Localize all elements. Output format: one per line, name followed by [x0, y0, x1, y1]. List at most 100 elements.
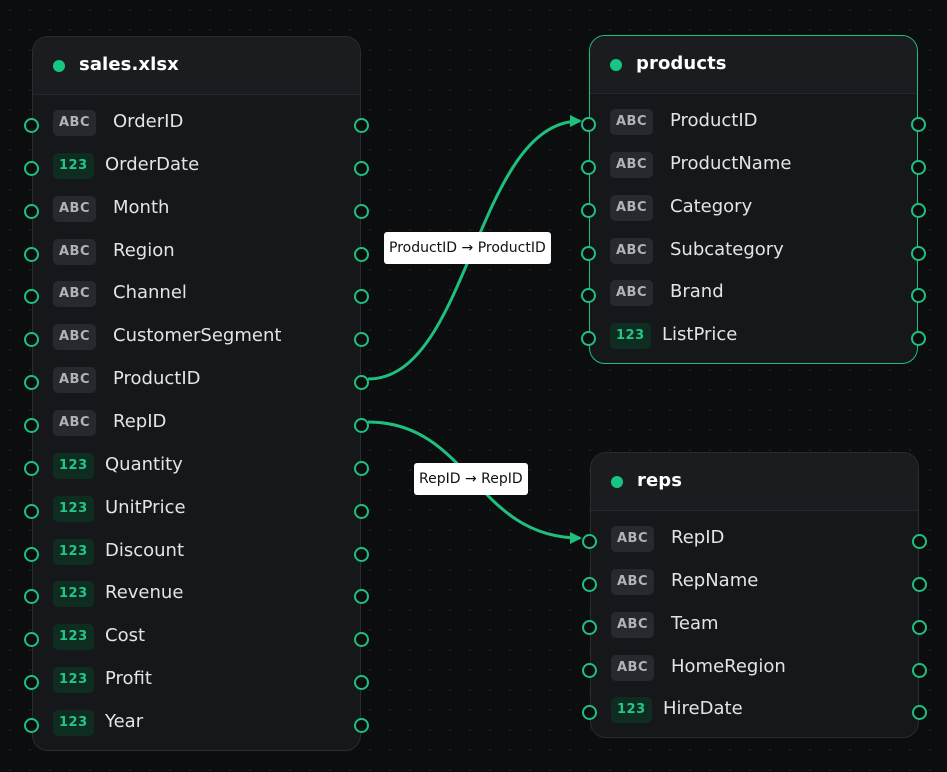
output-port-icon[interactable]	[911, 117, 926, 132]
output-port-icon[interactable]	[354, 118, 369, 133]
field-name: ProductID	[113, 368, 201, 390]
output-port-icon[interactable]	[354, 503, 369, 519]
output-port-icon[interactable]	[354, 246, 369, 262]
field-row[interactable]: ABC RepID	[24, 410, 369, 440]
input-port-icon[interactable]	[24, 675, 39, 691]
output-port-icon[interactable]	[354, 203, 369, 219]
table-header[interactable]: sales.xlsx	[33, 37, 360, 95]
field-row[interactable]: ABC ProductID	[581, 109, 926, 139]
field-row[interactable]: 123 UnitPrice	[24, 495, 369, 526]
input-port-icon[interactable]	[24, 589, 39, 605]
field-type-badge: ABC	[53, 110, 97, 136]
edge-label-repid[interactable]: RepID → RepID	[414, 463, 528, 495]
input-port-icon[interactable]	[581, 159, 596, 175]
output-port-icon[interactable]	[354, 546, 369, 562]
field-type-badge: ABC	[53, 410, 97, 437]
field-name: RepID	[671, 527, 725, 548]
output-port-icon[interactable]	[912, 576, 927, 592]
field-type-badge: ABC	[53, 195, 97, 222]
field-row[interactable]: ABC Channel	[24, 281, 369, 311]
input-port-icon[interactable]	[581, 288, 596, 304]
table-title: products	[636, 53, 727, 74]
field-type-badge: ABC	[53, 281, 97, 308]
input-port-icon[interactable]	[582, 705, 597, 721]
field-row[interactable]: ABC Team	[582, 611, 927, 642]
field-type-badge: 123	[610, 323, 651, 350]
output-port-icon[interactable]	[354, 418, 369, 434]
table-node-products[interactable]: products ABC ProductID ABC ProductName ABC Ca…	[581, 35, 926, 364]
field-name: ProductName	[670, 152, 792, 174]
output-port-icon[interactable]	[912, 619, 927, 635]
input-port-icon[interactable]	[24, 246, 39, 262]
field-row[interactable]: ABC RepName	[582, 568, 927, 599]
field-name: Cost	[105, 625, 146, 647]
edge-label-productid[interactable]: ProductID → ProductID	[384, 232, 551, 264]
field-row[interactable]: ABC ProductID	[24, 367, 369, 397]
output-port-icon[interactable]	[911, 159, 926, 175]
field-type-badge: ABC	[53, 238, 97, 265]
input-port-icon[interactable]	[24, 332, 39, 348]
input-port-icon[interactable]	[582, 576, 597, 592]
field-row[interactable]: 123 OrderDate	[24, 152, 369, 183]
input-port-icon[interactable]	[581, 202, 596, 218]
field-row[interactable]: 123 Revenue	[24, 581, 369, 611]
output-port-icon[interactable]	[911, 202, 926, 218]
table-title: sales.xlsx	[79, 54, 179, 75]
field-type-badge: ABC	[610, 151, 654, 178]
input-port-icon[interactable]	[24, 203, 39, 219]
input-port-icon[interactable]	[24, 632, 39, 648]
field-row[interactable]: ABC Brand	[581, 280, 926, 310]
table-header[interactable]: products	[590, 36, 917, 94]
output-port-icon[interactable]	[354, 460, 369, 476]
field-row[interactable]: 123 HireDate	[582, 697, 927, 727]
field-row[interactable]: 123 Cost	[24, 624, 369, 654]
field-name: Year	[105, 711, 144, 733]
input-port-icon[interactable]	[24, 289, 39, 305]
input-port-icon[interactable]	[582, 619, 597, 635]
input-port-icon[interactable]	[582, 662, 597, 678]
table-node-reps[interactable]: reps ABC RepID ABC RepName ABC Team ABC HomeReg…	[582, 452, 927, 738]
input-port-icon[interactable]	[24, 546, 39, 562]
field-row[interactable]: 123 Quantity	[24, 452, 369, 483]
field-row[interactable]: ABC CustomerSegment	[24, 324, 369, 354]
output-port-icon[interactable]	[354, 718, 369, 734]
input-port-icon[interactable]	[581, 245, 596, 261]
input-port-icon[interactable]	[24, 418, 39, 434]
field-row[interactable]: ABC RepID	[582, 526, 927, 556]
output-port-icon[interactable]	[354, 160, 369, 176]
input-port-icon[interactable]	[581, 117, 596, 132]
input-port-icon[interactable]	[582, 534, 597, 549]
field-row[interactable]: 123 Year	[24, 710, 369, 740]
input-port-icon[interactable]	[24, 375, 39, 391]
field-row[interactable]: ABC Month	[24, 195, 369, 226]
field-row[interactable]: 123 ListPrice	[581, 323, 926, 353]
field-row[interactable]: ABC Subcategory	[581, 237, 926, 268]
input-port-icon[interactable]	[24, 118, 39, 133]
field-row[interactable]: ABC OrderID	[24, 110, 369, 140]
input-port-icon[interactable]	[24, 160, 39, 176]
field-row[interactable]: ABC HomeRegion	[582, 654, 927, 685]
table-node-sales[interactable]: sales.xlsx ABC OrderID 123 OrderDate ABC Mont…	[24, 36, 369, 751]
field-type-badge: 123	[53, 581, 94, 608]
output-port-icon[interactable]	[911, 245, 926, 261]
table-header[interactable]: reps	[591, 453, 918, 511]
field-type-badge: 123	[53, 538, 94, 565]
input-port-icon[interactable]	[24, 718, 39, 734]
output-port-icon[interactable]	[912, 534, 927, 549]
input-port-icon[interactable]	[24, 460, 39, 476]
field-row[interactable]: ABC Category	[581, 194, 926, 225]
table-title: reps	[637, 470, 683, 491]
field-name: HomeRegion	[671, 655, 786, 677]
field-row[interactable]: 123 Discount	[24, 538, 369, 569]
input-port-icon[interactable]	[24, 503, 39, 519]
field-row[interactable]: ABC ProductName	[581, 151, 926, 182]
field-name: RepName	[671, 569, 759, 591]
status-dot-icon	[611, 476, 623, 488]
field-row[interactable]: ABC Region	[24, 238, 369, 269]
field-name: Profit	[105, 668, 152, 690]
field-row[interactable]: 123 Profit	[24, 667, 369, 697]
input-port-icon[interactable]	[581, 331, 596, 347]
output-port-icon[interactable]	[912, 662, 927, 678]
field-type-badge: 123	[611, 697, 652, 724]
field-type-badge: 123	[53, 624, 94, 651]
